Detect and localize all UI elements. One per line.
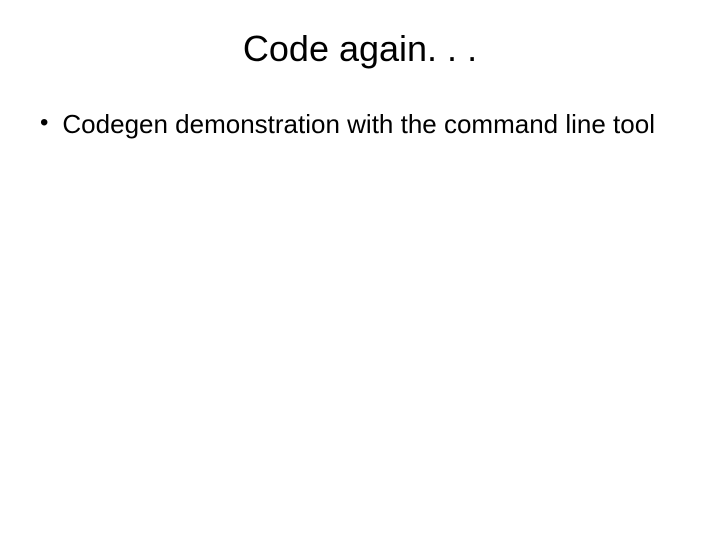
slide-title: Code again. . . (30, 28, 690, 70)
bullet-marker-icon: • (40, 108, 48, 138)
slide-container: Code again. . . • Codegen demonstration … (0, 0, 720, 540)
bullet-text: Codegen demonstration with the command l… (62, 108, 655, 141)
bullet-item: • Codegen demonstration with the command… (40, 108, 660, 141)
slide-content: • Codegen demonstration with the command… (30, 108, 690, 141)
